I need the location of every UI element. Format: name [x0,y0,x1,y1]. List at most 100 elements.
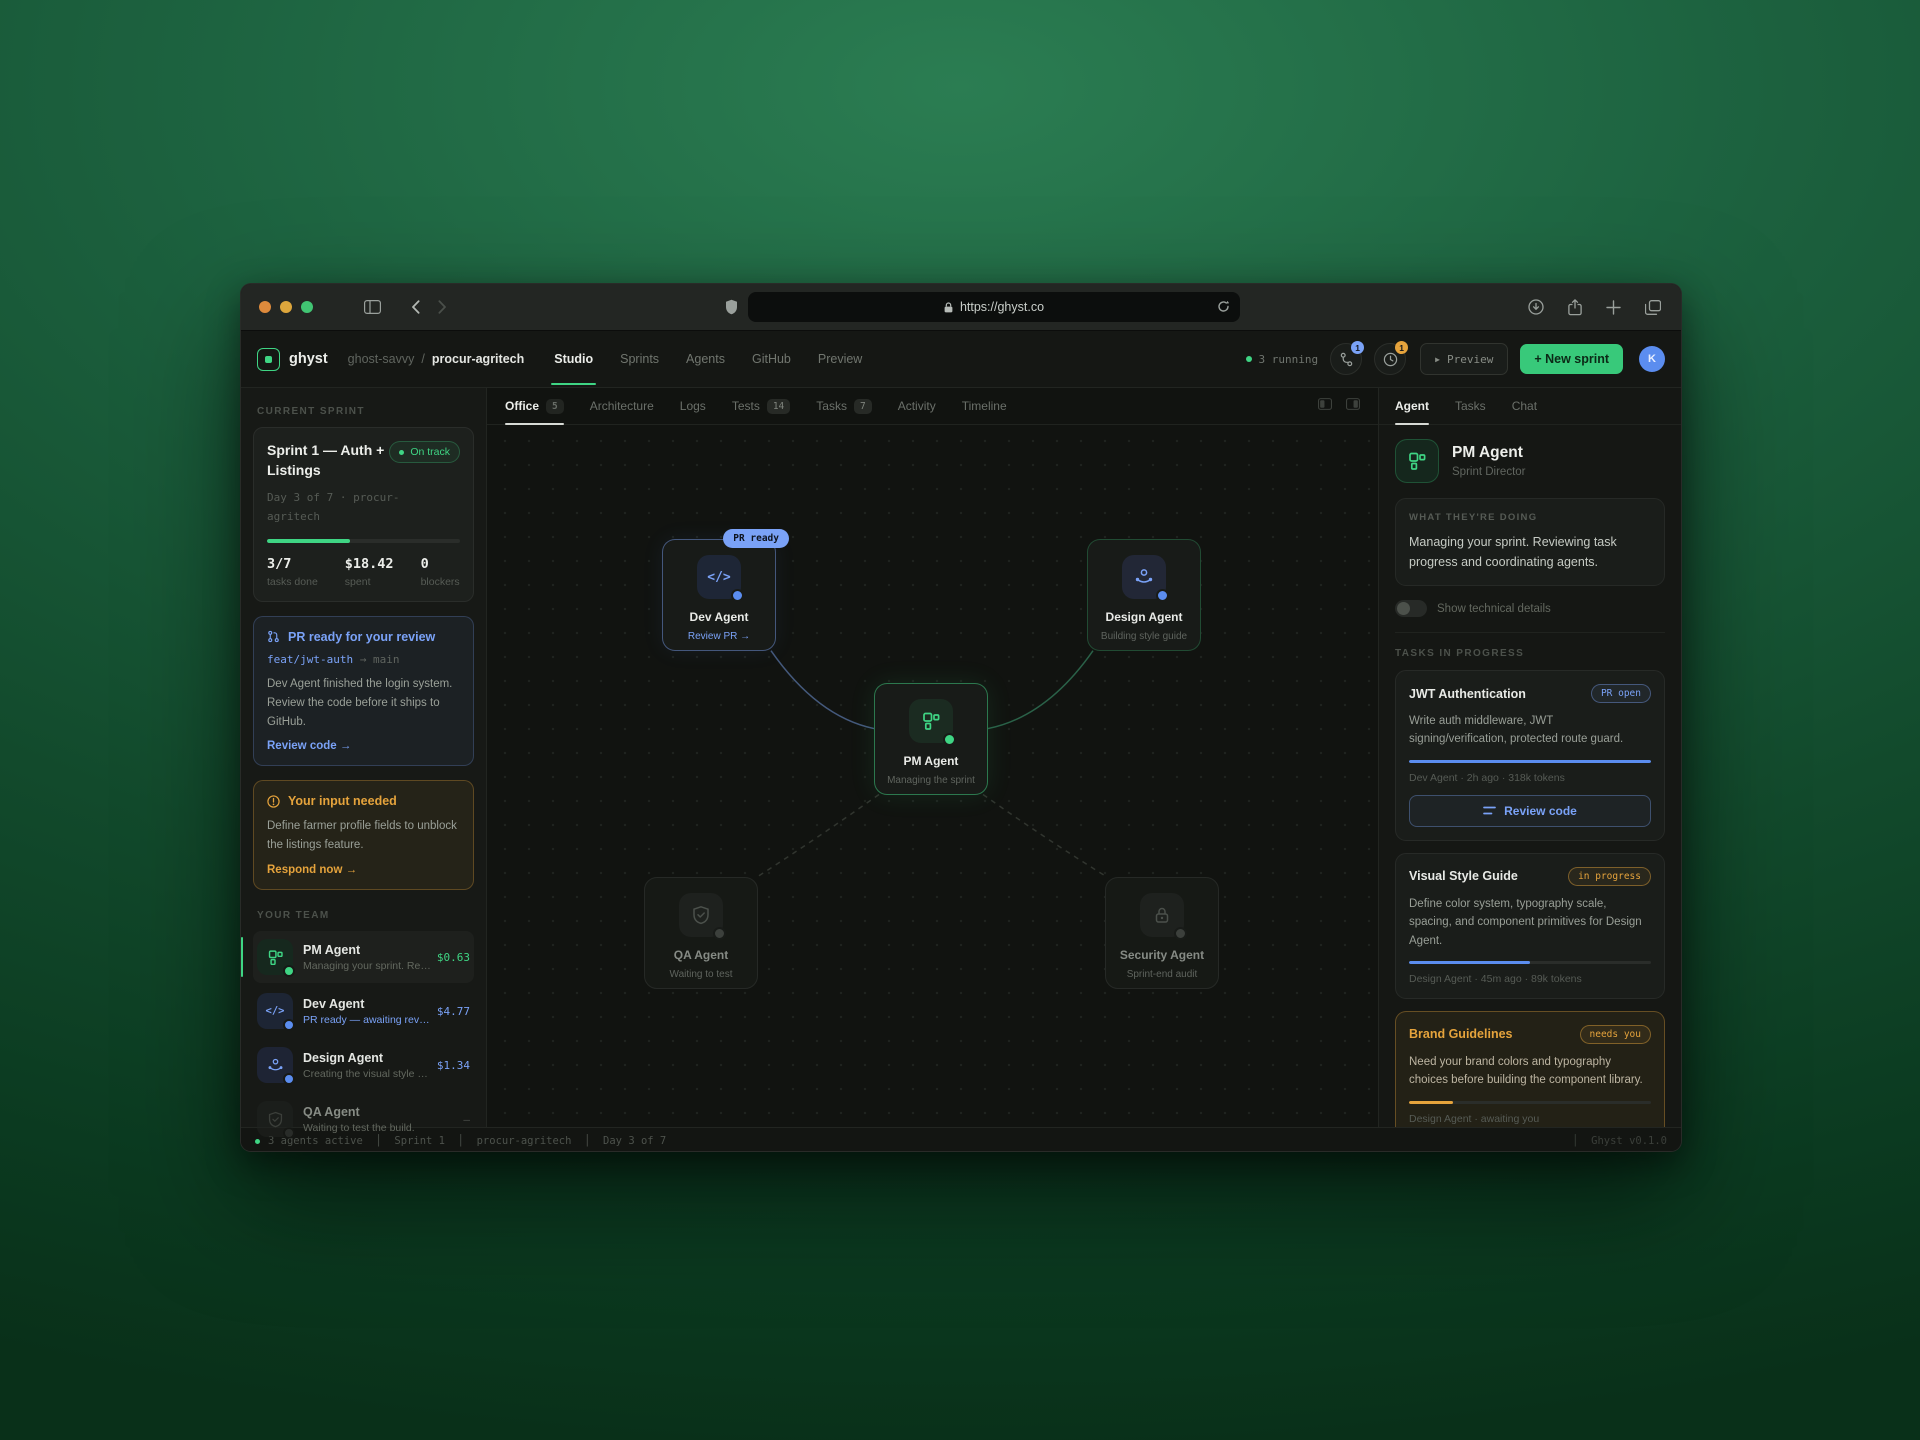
toggle-label: Show technical details [1437,603,1551,615]
code-icon: </> [266,1005,285,1017]
breadcrumb-separator: / [421,352,424,366]
pull-request-icon [267,630,280,643]
tab-architecture[interactable]: Architecture [590,388,654,424]
new-tab-icon[interactable] [1606,300,1621,315]
tab-tasks[interactable]: Tasks7 [816,388,871,424]
nav-sprints[interactable]: Sprints [620,352,659,366]
preview-button[interactable]: ▶ Preview [1420,343,1508,375]
sprint-progress-bar [267,539,460,543]
task-progress-bar [1409,1101,1651,1104]
status-dot-icon [399,450,404,455]
agent-cost: — [463,1113,470,1126]
office-canvas[interactable]: PR ready </> Dev Agent Review PR → Desig… [487,425,1378,1127]
input-card-body: Define farmer profile fields to unblock … [267,817,460,855]
tasks-in-progress-label: TASKS IN PROGRESS [1395,648,1665,659]
nav-agents[interactable]: Agents [686,352,725,366]
breadcrumb-project[interactable]: procur-agritech [432,352,524,366]
sprint-status-badge: On track [389,441,460,463]
shield-icon[interactable] [725,299,738,315]
minimize-window-button[interactable] [280,301,292,313]
shield-check-icon [679,893,723,937]
nav-preview[interactable]: Preview [818,352,862,366]
traffic-lights [259,301,322,313]
play-icon: ▶ [1435,355,1440,364]
close-window-button[interactable] [259,301,271,313]
team-row-security-agent[interactable]: Security AgentRuns end-of-sprint audit. … [253,1147,474,1152]
forward-icon[interactable] [438,300,447,314]
url-text: https://ghyst.co [960,300,1044,314]
tab-timeline[interactable]: Timeline [962,388,1007,424]
team-row-dev-agent[interactable]: </> Dev AgentPR ready — awaiting review … [253,985,474,1037]
canvas-node-pm-agent[interactable]: PM Agent Managing the sprint [874,683,988,795]
team-row-qa-agent[interactable]: QA AgentWaiting to test the build. — [253,1093,474,1145]
tab-office[interactable]: Office5 [505,388,564,424]
stat-tasks-done: 3/7tasks done [267,556,318,588]
toggle-left-panel-icon[interactable] [1318,397,1332,415]
running-status: 3 running [1246,353,1319,366]
tab-activity[interactable]: Activity [898,388,936,424]
breadcrumb: ghost-savvy / procur-agritech [348,352,525,366]
ghyst-logo-icon[interactable] [257,348,280,371]
panel-tab-chat[interactable]: Chat [1512,388,1537,424]
technical-details-toggle[interactable] [1395,600,1427,617]
agent-detail-panel: Agent Tasks Chat PM Agent Sprint Directo… [1378,388,1681,1127]
team-row-design-agent[interactable]: Design AgentCreating the visual style gu… [253,1039,474,1091]
tab-overview-icon[interactable] [1645,300,1661,315]
nav-studio[interactable]: Studio [554,352,593,366]
downloads-icon[interactable] [1528,299,1544,315]
brand-name: ghyst [289,351,328,367]
panel-tab-tasks[interactable]: Tasks [1455,388,1486,424]
review-code-link[interactable]: Review code → [267,740,460,752]
tab-tests[interactable]: Tests14 [732,388,790,424]
back-icon[interactable] [411,300,420,314]
app-header: ghyst ghost-savvy / procur-agritech Stud… [241,331,1681,388]
what-theyre-doing-card: WHAT THEY'RE DOING Managing your sprint.… [1395,498,1665,586]
new-sprint-button[interactable]: + New sprint [1520,344,1623,374]
pr-card-title: PR ready for your review [288,630,435,644]
task-progress-bar [1409,961,1651,964]
in-progress-badge: in progress [1568,867,1651,886]
share-icon[interactable] [1568,299,1582,316]
tab-logs[interactable]: Logs [680,388,706,424]
respond-now-link[interactable]: Respond now → [267,864,460,876]
panel-tab-agent[interactable]: Agent [1395,388,1429,424]
shield-check-icon [267,1111,284,1128]
lock-icon [1140,893,1184,937]
your-team-label: YOUR TEAM [257,910,470,921]
review-pr-link[interactable]: Review PR → [688,631,750,642]
pr-open-badge: PR open [1591,684,1651,703]
agent-name: PM Agent [1452,444,1526,462]
pm-grid-icon [909,699,953,743]
canvas-node-qa-agent[interactable]: QA Agent Waiting to test [644,877,758,989]
reload-icon[interactable] [1217,300,1230,316]
task-meta: Design Agent · awaiting you [1409,1113,1651,1125]
canvas-node-dev-agent[interactable]: PR ready </> Dev Agent Review PR → [662,539,776,651]
stat-spent: $18.42spent [345,556,394,588]
team-row-pm-agent[interactable]: PM AgentManaging your sprint. Revie… $0.… [253,931,474,983]
sprint-card: Sprint 1 — Auth + Listings On track Day … [253,427,474,602]
canvas-node-security-agent[interactable]: Security Agent Sprint-end audit [1105,877,1219,989]
history-button[interactable]: 1 [1374,343,1406,375]
stat-blockers: 0blockers [421,556,460,588]
zoom-window-button[interactable] [301,301,313,313]
task-meta: Design Agent · 45m ago · 89k tokens [1409,973,1651,985]
primary-nav: Studio Sprints Agents GitHub Preview [554,331,862,387]
task-card-visual-style-guide: Visual Style Guide in progress Define co… [1395,853,1665,999]
diff-icon [1483,805,1496,816]
design-nodes-icon [1122,555,1166,599]
url-bar[interactable]: https://ghyst.co [748,292,1240,322]
history-badge: 1 [1395,341,1408,354]
task-meta: Dev Agent · 2h ago · 318k tokens [1409,772,1651,784]
user-avatar[interactable]: K [1639,346,1665,372]
nav-github[interactable]: GitHub [752,352,791,366]
sprint-title: Sprint 1 — Auth + Listings [267,441,389,480]
branch-activity-button[interactable]: 1 [1330,343,1362,375]
toggle-right-panel-icon[interactable] [1346,397,1360,415]
review-code-button[interactable]: Review code [1409,795,1651,827]
clock-icon [1383,352,1398,367]
task-card-brand-guidelines: Brand Guidelines needs you Need your bra… [1395,1011,1665,1127]
sidebar-toggle-icon[interactable] [364,300,381,314]
canvas-node-design-agent[interactable]: Design Agent Building style guide [1087,539,1201,651]
input-card-title: Your input needed [288,794,397,808]
breadcrumb-org[interactable]: ghost-savvy [348,352,415,366]
